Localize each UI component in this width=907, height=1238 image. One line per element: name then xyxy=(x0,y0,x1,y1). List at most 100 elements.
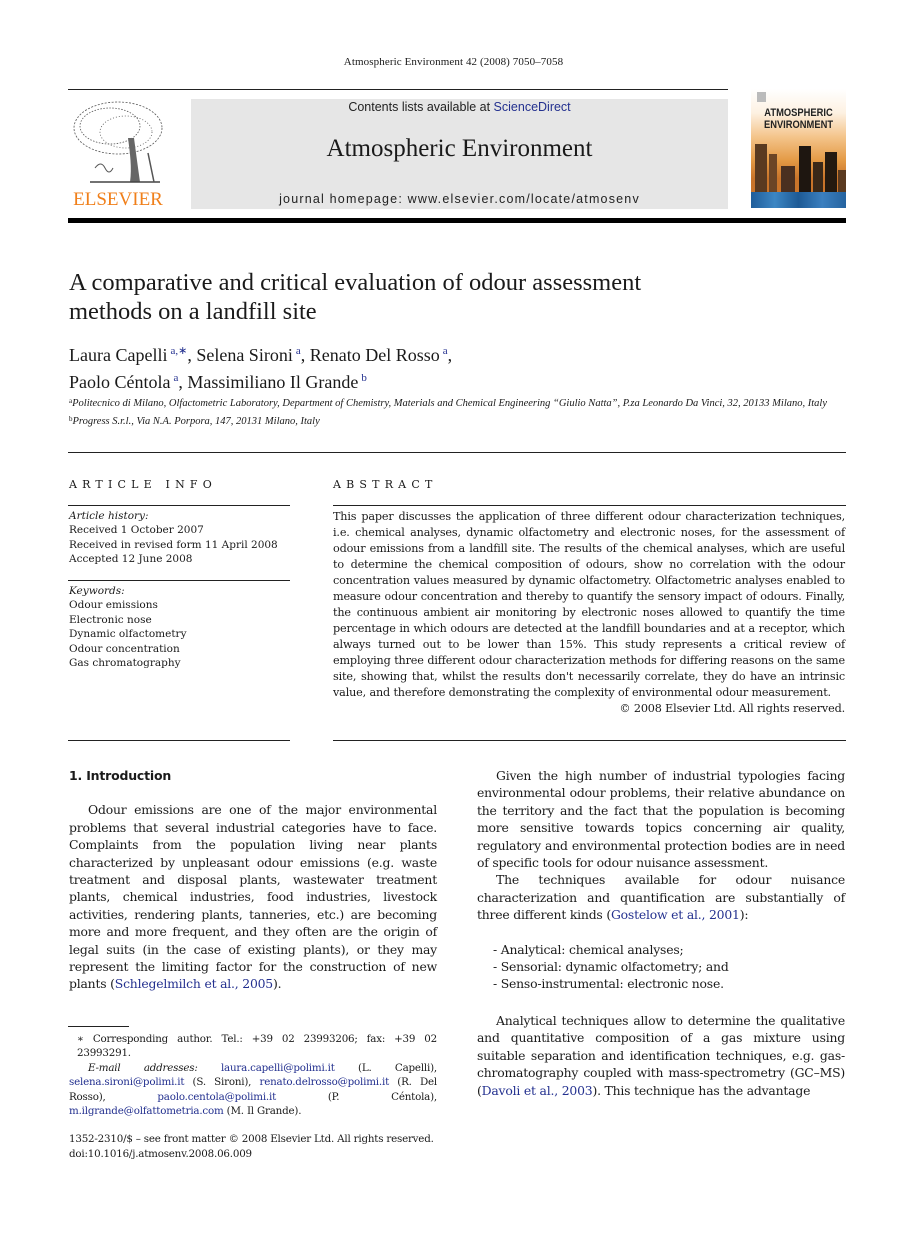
journal-citation: Atmospheric Environment 42 (2008) 7050–7… xyxy=(343,56,564,68)
author-name: Laura Capelli xyxy=(69,345,168,365)
history-item: Received in revised form 11 April 2008 xyxy=(69,538,278,551)
cover-building xyxy=(755,144,767,192)
journal-title: Atmospheric Environment xyxy=(326,135,593,162)
issn-line: 1352-2310/$ – see front matter © 2008 El… xyxy=(69,1133,434,1146)
author-name: Massimiliano Il Grande xyxy=(187,372,359,392)
sciencedirect-link[interactable]: ScienceDirect xyxy=(494,100,571,114)
affiliation-a: aPolitecnico di Milano, Olfactometric La… xyxy=(69,394,829,412)
keyword[interactable]: Odour concentration xyxy=(69,642,291,656)
abstract-heading: ABSTRACT xyxy=(333,478,438,491)
article-history: Article history: Received 1 October 2007… xyxy=(69,509,291,567)
author-list: Laura Capelli a,∗, Selena Sironi a, Renato… xyxy=(69,340,829,394)
header-rule xyxy=(68,89,728,90)
paragraph: The techniques available for odour nuisa… xyxy=(477,871,845,923)
cover-building xyxy=(838,170,846,192)
reference-link[interactable]: Schlegelmilch et al., 2005 xyxy=(115,976,273,991)
paragraph-text: Odour emissions are one of the major env… xyxy=(69,802,437,992)
cover-building xyxy=(813,162,823,192)
paragraph-text: ). This technique has the advantage xyxy=(592,1082,811,1098)
author-separator: , xyxy=(187,345,197,365)
article-info-rule xyxy=(68,580,290,581)
affiliation-text: Progress S.r.l., Via N.A. Porpora, 147, … xyxy=(72,415,320,427)
author[interactable]: Laura Capelli a,∗ xyxy=(69,345,187,365)
cover-title-line1: ATMOSPHERIC xyxy=(764,107,833,119)
email-link[interactable]: renato.delrosso@polimi.it xyxy=(259,1076,389,1088)
cover-water xyxy=(751,192,846,208)
author[interactable]: Renato Del Rosso a xyxy=(310,345,448,365)
email-link[interactable]: m.ilgrande@olfattometria.com xyxy=(69,1105,224,1117)
journal-banner: Contents lists available at ScienceDirec… xyxy=(191,99,728,209)
article-info-rule xyxy=(68,505,290,506)
reference-link[interactable]: Gostelow et al., 2001 xyxy=(611,907,740,922)
paragraph: Given the high number of industrial typo… xyxy=(477,768,845,871)
elsevier-tree-icon xyxy=(73,101,163,183)
history-item: Accepted 12 June 2008 xyxy=(69,553,193,566)
article-title-line1: A comparative and critical evaluation of… xyxy=(69,269,642,296)
abstract: This paper discusses the application of … xyxy=(333,509,845,717)
abstract-copyright: © 2008 Elsevier Ltd. All rights reserved… xyxy=(619,702,845,715)
contents-line: Contents lists available at ScienceDirec… xyxy=(191,100,728,114)
front-matter-rule xyxy=(68,452,846,453)
email-link[interactable]: laura.capelli@polimi.it xyxy=(221,1062,335,1074)
list-item: - Analytical: chemical analyses; xyxy=(493,941,684,957)
email-owner: (M. Il Grande). xyxy=(223,1105,302,1118)
reference-link[interactable]: Davoli et al., 2003 xyxy=(482,1083,593,1098)
contents-prefix: Contents lists available at xyxy=(348,100,494,114)
paragraph-text: ): xyxy=(739,907,749,923)
footnotes: ∗ Corresponding author. Tel.: +39 02 239… xyxy=(69,1032,437,1161)
author-name: Paolo Céntola xyxy=(69,372,171,392)
keywords: Keywords: Odour emissions Electronic nos… xyxy=(69,584,291,670)
paragraph: Analytical techniques allow to determine… xyxy=(477,1012,845,1099)
email-link[interactable]: selena.sironi@polimi.it xyxy=(69,1076,184,1088)
keyword[interactable]: Odour emissions xyxy=(69,598,291,612)
corresponding-author-note: ∗ Corresponding author. Tel.: +39 02 239… xyxy=(77,1033,437,1060)
journal-homepage[interactable]: journal homepage: www.elsevier.com/locat… xyxy=(191,192,728,206)
author-separator: , xyxy=(300,345,310,365)
article-info-heading: ARTICLE INFO xyxy=(69,478,217,491)
keywords-label: Keywords: xyxy=(69,585,125,597)
email-owner: (L. Capelli), xyxy=(334,1061,437,1074)
article-history-label: Article history: xyxy=(69,510,149,522)
list-item: - Sensorial: dynamic olfactometry; and xyxy=(493,959,729,975)
article-info-rule xyxy=(68,740,290,741)
author-name: Renato Del Rosso xyxy=(309,345,440,365)
cover-building xyxy=(799,146,811,192)
author-affiliation-mark[interactable]: b xyxy=(361,372,367,384)
affiliation-text: Politecnico di Milano, Olfactometric Lab… xyxy=(72,398,827,409)
cover-building xyxy=(769,154,777,192)
abstract-text: This paper discusses the application of … xyxy=(333,510,845,699)
elsevier-emblem-icon xyxy=(757,92,766,102)
cover-building xyxy=(825,152,837,192)
body-left-column: 1. Introduction Odour emissions are one … xyxy=(69,767,437,993)
email-label: E-mail addresses: xyxy=(88,1061,198,1074)
email-addresses: E-mail addresses: laura.capelli@polimi.i… xyxy=(69,1061,437,1119)
author[interactable]: Massimiliano Il Grande b xyxy=(187,372,366,392)
author[interactable]: Selena Sironi a xyxy=(196,345,300,365)
author-separator: , xyxy=(447,345,453,365)
cover-title-line2: ENVIRONMENT xyxy=(763,119,834,131)
journal-cover[interactable]: ATMOSPHERIC ENVIRONMENT xyxy=(751,89,846,208)
technique-list: - Analytical: chemical analyses; - Senso… xyxy=(477,941,845,993)
author[interactable]: Paolo Céntola a xyxy=(69,372,178,392)
affiliation-b: bProgress S.r.l., Via N.A. Porpora, 147,… xyxy=(69,412,829,430)
body-right-column: Given the high number of industrial typo… xyxy=(477,767,845,1099)
email-owner: (S. Sironi), xyxy=(184,1076,260,1089)
paragraph-text: ). xyxy=(273,976,282,992)
abstract-rule xyxy=(333,505,846,506)
elsevier-logo[interactable]: ELSEVIER xyxy=(68,98,168,210)
keyword[interactable]: Electronic nose xyxy=(69,613,291,627)
email-link[interactable]: paolo.centola@polimi.it xyxy=(157,1091,276,1103)
affiliations: aPolitecnico di Milano, Olfactometric La… xyxy=(69,394,829,429)
keyword[interactable]: Gas chromatography xyxy=(69,656,291,670)
footnote-rule xyxy=(68,1026,129,1027)
section-heading-introduction: 1. Introduction xyxy=(69,768,172,783)
abstract-rule xyxy=(333,740,846,741)
article-title: A comparative and critical evaluation of… xyxy=(69,268,829,326)
history-item: Received 1 October 2007 xyxy=(69,524,204,537)
cover-title: ATMOSPHERIC ENVIRONMENT xyxy=(758,107,839,131)
elsevier-wordmark: ELSEVIER xyxy=(73,189,163,210)
keyword[interactable]: Dynamic olfactometry xyxy=(69,627,291,641)
doi-link[interactable]: doi:10.1016/j.atmosenv.2008.06.009 xyxy=(69,1147,437,1161)
list-item: - Senso-instrumental: electronic nose. xyxy=(493,976,724,992)
author-affiliation-mark[interactable]: a,∗ xyxy=(170,345,187,357)
